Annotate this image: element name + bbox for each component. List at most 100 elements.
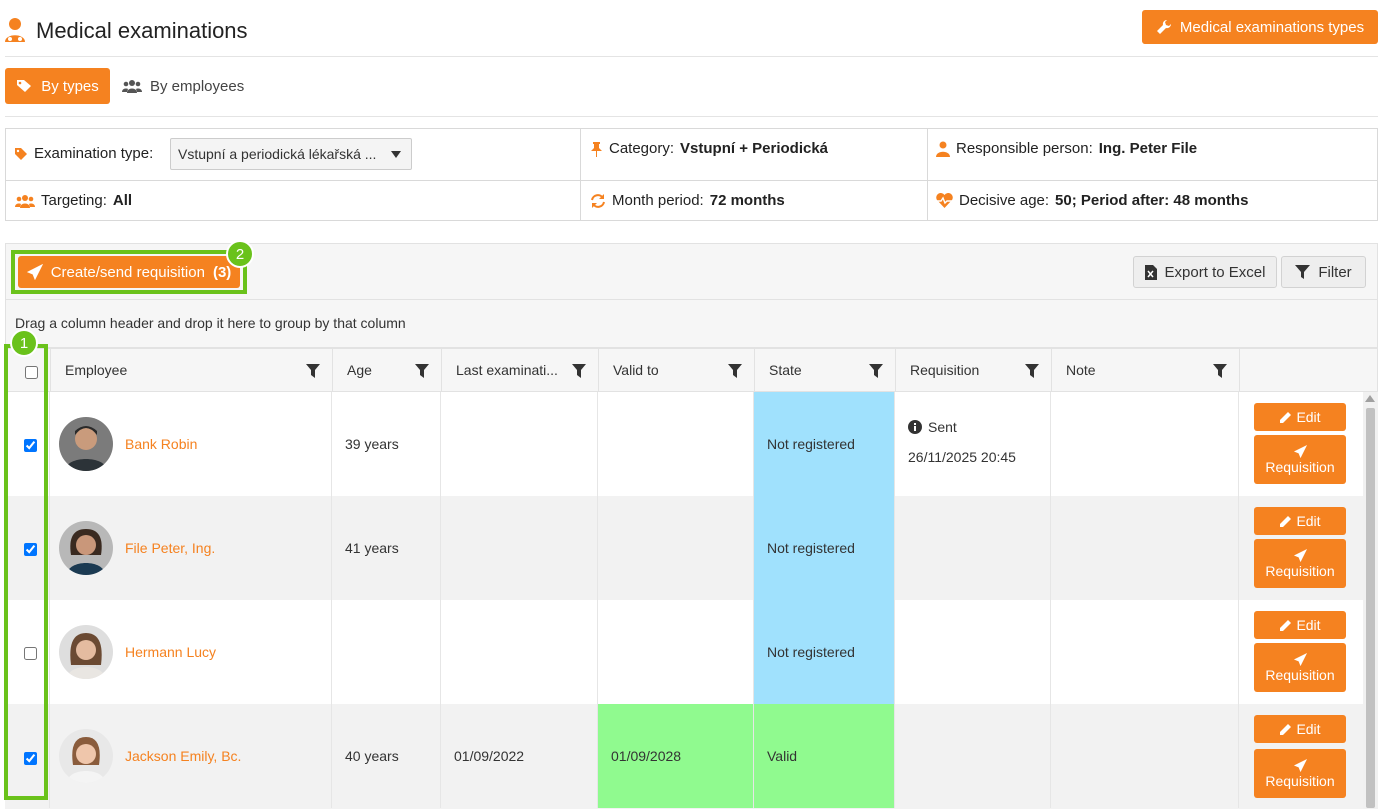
column-filter-icon[interactable] (1025, 364, 1039, 378)
valid-to-cell (597, 600, 753, 704)
employee-cell: Bank Robin (49, 392, 331, 496)
column-header-valid-to[interactable]: Valid to (598, 349, 754, 391)
requisition-cell (894, 600, 1050, 704)
note-cell (1050, 496, 1238, 600)
requisition-button[interactable]: Requisition (1254, 749, 1346, 798)
chevron-down-icon (391, 151, 401, 158)
decisive-age-field: Decisive age: 50; Period after: 48 month… (936, 192, 1248, 209)
tab-by-types[interactable]: By types (5, 68, 110, 104)
requisition-cell (894, 704, 1050, 808)
table-row: Jackson Emily, Bc. 40 years 01/09/2022 0… (5, 704, 1363, 809)
employee-name-link[interactable]: Hermann Lucy (125, 644, 216, 660)
exam-type-label: Examination type: (34, 145, 154, 162)
table-row: File Peter, Ing. 41 years Not registered… (5, 496, 1363, 600)
category-value: Vstupní + Periodická (680, 140, 829, 157)
excel-file-icon (1144, 264, 1157, 280)
note-cell (1050, 704, 1238, 808)
pencil-icon (1280, 723, 1292, 735)
edit-button[interactable]: Edit (1254, 611, 1346, 639)
edit-button[interactable]: Edit (1254, 403, 1346, 431)
heartbeat-icon (936, 193, 953, 208)
column-header-requisition[interactable]: Requisition (895, 349, 1051, 391)
filter-icon (1295, 265, 1311, 279)
age-cell: 41 years (331, 496, 440, 600)
edit-button[interactable]: Edit (1254, 507, 1346, 535)
employee-name-link[interactable]: Bank Robin (125, 436, 197, 452)
requisition-cell (894, 496, 1050, 600)
exam-type-value: Vstupní a periodická lékařská ... (178, 146, 377, 162)
divider (5, 56, 1378, 57)
filter-label: Filter (1318, 263, 1352, 281)
pencil-icon (1280, 411, 1292, 423)
column-filter-icon[interactable] (415, 364, 429, 378)
page-title: Medical examinations (36, 18, 248, 43)
requisition-button[interactable]: Requisition (1254, 643, 1346, 692)
edit-label: Edit (1296, 721, 1321, 737)
tag-icon (15, 147, 27, 160)
month-period-value: 72 months (709, 192, 785, 209)
requisition-button[interactable]: Requisition (1254, 435, 1346, 484)
avatar (59, 521, 113, 575)
table-row: Hermann Lucy Not registered Edit Requisi… (5, 600, 1363, 704)
column-header-last-examination[interactable]: Last examinati... (441, 349, 598, 391)
column-title: Valid to (613, 362, 659, 378)
edit-label: Edit (1296, 513, 1321, 529)
last-examination-cell (440, 392, 597, 496)
avatar (59, 417, 113, 471)
filter-button[interactable]: Filter (1281, 256, 1366, 288)
column-header-age[interactable]: Age (332, 349, 441, 391)
users-icon (122, 80, 142, 93)
column-filter-icon[interactable] (728, 364, 742, 378)
state-cell: Not registered (753, 392, 894, 496)
doctor-icon (5, 18, 25, 42)
pencil-icon (1280, 619, 1292, 631)
responsible-value: Ing. Peter File (1098, 140, 1198, 157)
state-cell: Valid (753, 704, 894, 808)
column-header-note[interactable]: Note (1051, 349, 1239, 391)
column-title: Last examinati... (456, 362, 558, 378)
employee-cell: Hermann Lucy (49, 600, 331, 704)
callout-highlight-1 (4, 344, 48, 800)
column-filter-icon[interactable] (869, 364, 883, 378)
category-field: Category: Vstupní + Periodická (590, 140, 828, 157)
scroll-up-icon[interactable] (1365, 395, 1375, 402)
valid-to-cell: 01/09/2028 (597, 704, 753, 808)
employee-name-link[interactable]: File Peter, Ing. (125, 540, 215, 556)
age-cell: 39 years (331, 392, 440, 496)
divider (5, 116, 1378, 117)
column-title: Age (347, 362, 372, 378)
group-drop-area[interactable]: Drag a column header and drop it here to… (5, 299, 1378, 348)
pin-icon (591, 141, 602, 157)
callout-badge-2: 2 (226, 240, 254, 268)
callout-highlight-2 (11, 250, 247, 294)
edit-label: Edit (1296, 617, 1321, 633)
examination-info-panel: Examination type: Vstupní a periodická l… (5, 128, 1378, 221)
employee-cell: Jackson Emily, Bc. (49, 704, 331, 808)
export-excel-button[interactable]: Export to Excel (1133, 256, 1277, 288)
column-filter-icon[interactable] (572, 364, 586, 378)
exam-type-select[interactable]: Vstupní a periodická lékařská ... (170, 138, 412, 170)
pencil-icon (1280, 515, 1292, 527)
requisition-button[interactable]: Requisition (1254, 539, 1346, 588)
scrollbar-thumb[interactable] (1366, 408, 1375, 808)
note-cell (1050, 392, 1238, 496)
column-filter-icon[interactable] (306, 364, 320, 378)
column-header-state[interactable]: State (754, 349, 895, 391)
examination-types-label: Medical examinations types (1179, 18, 1365, 36)
employee-name-link[interactable]: Jackson Emily, Bc. (125, 748, 241, 764)
column-header-employee[interactable]: Employee (50, 349, 332, 391)
column-header-actions (1239, 349, 1364, 391)
last-examination-cell (440, 600, 597, 704)
examination-types-button[interactable]: Medical examinations types (1142, 10, 1378, 44)
edit-button[interactable]: Edit (1254, 715, 1346, 743)
decisive-age-value: 50; Period after: 48 months (1055, 192, 1249, 209)
month-period-field: Month period: 72 months (590, 192, 785, 209)
column-title: Requisition (910, 362, 980, 378)
callout-badge-1: 1 (10, 329, 38, 357)
age-cell (331, 600, 440, 704)
refresh-icon (591, 193, 605, 208)
tab-by-employees[interactable]: By employees (122, 68, 244, 104)
column-title: Note (1066, 362, 1096, 378)
column-filter-icon[interactable] (1213, 364, 1227, 378)
valid-to-cell (597, 496, 753, 600)
